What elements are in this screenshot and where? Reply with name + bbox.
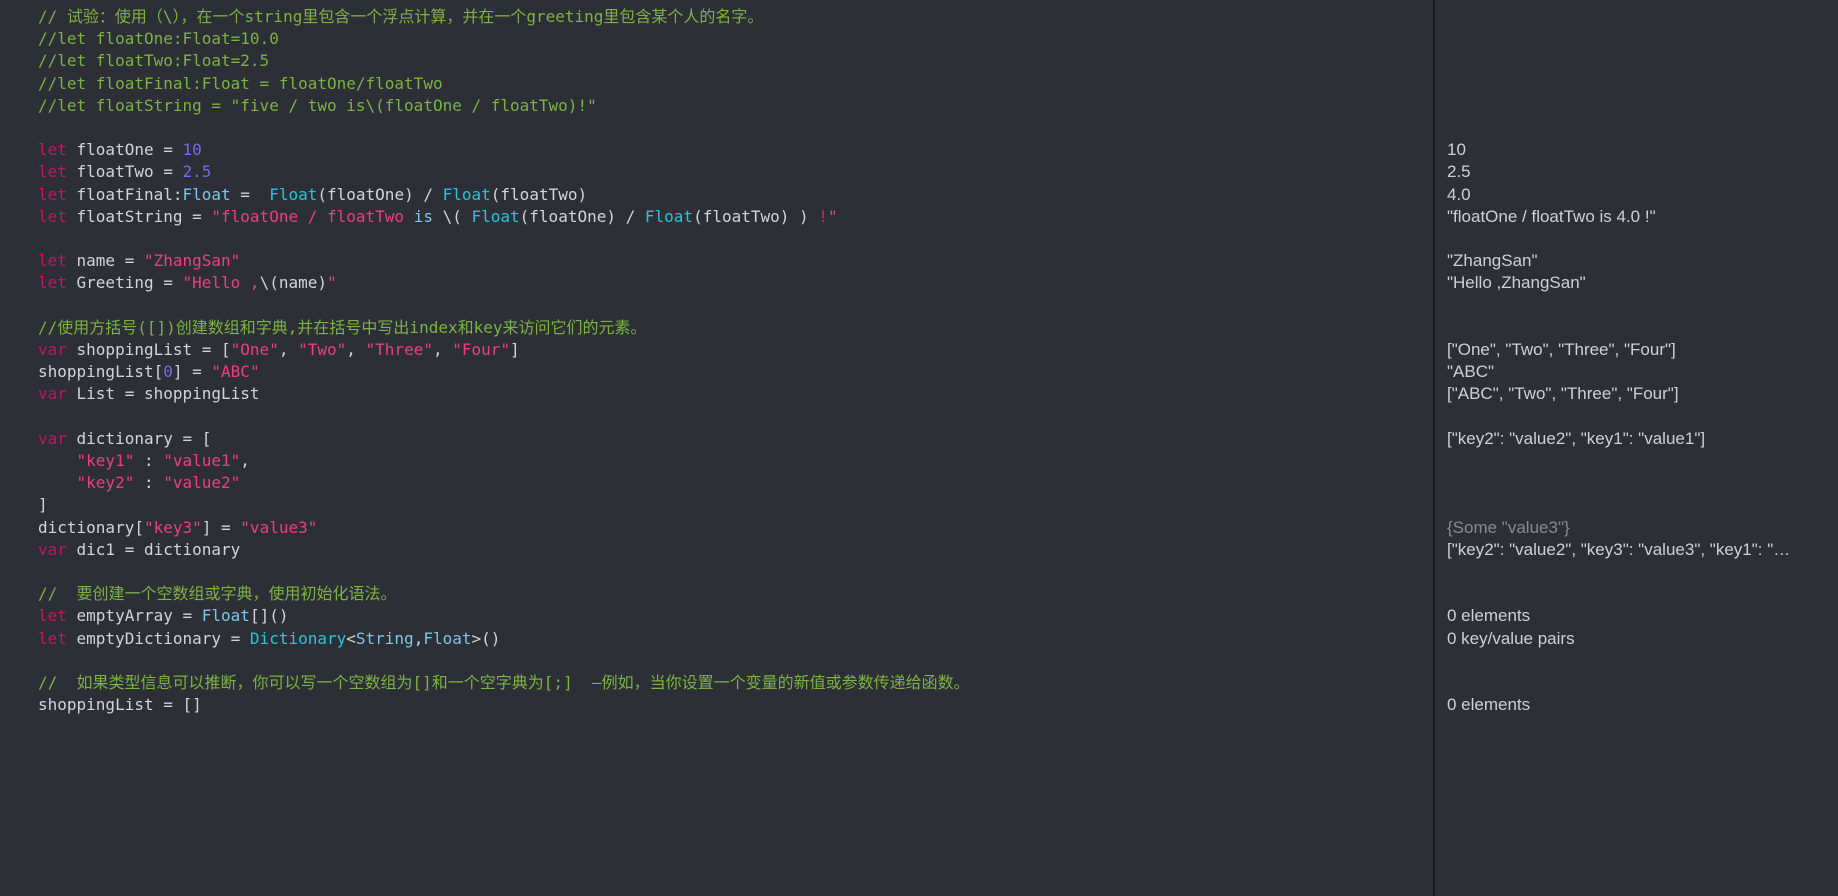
comment-line: //使用方括号([])创建数组和字典,并在括号中写出index和key来访问它们… (38, 318, 647, 337)
keyword-let: let (38, 162, 77, 181)
result-value: 2.5 (1447, 161, 1826, 183)
comment-line: //let floatFinal:Float = floatOne/floatT… (38, 74, 443, 93)
comment-line: // 试验：使用（\），在一个string里包含一个浮点计算，并在一个greet… (38, 7, 763, 26)
result-value: 0 key/value pairs (1447, 628, 1826, 650)
comment-line: // 要创建一个空数组或字典，使用初始化语法。 (38, 584, 397, 603)
keyword-var: var (38, 429, 77, 448)
comment-line: //let floatString = "five / two is\(floa… (38, 96, 597, 115)
result-value: {Some "value3"} (1447, 517, 1826, 539)
comment-line: // 如果类型信息可以推断，你可以写一个空数组为[]和一个空字典为[;] —例如… (38, 673, 970, 692)
keyword-let: let (38, 185, 77, 204)
keyword-let: let (38, 207, 77, 226)
result-value: 0 elements (1447, 605, 1826, 627)
result-value: 0 elements (1447, 694, 1826, 716)
result-value: ["ABC", "Two", "Three", "Four"] (1447, 383, 1826, 405)
result-value: ["key2": "value2", "key3": "value3", "ke… (1447, 539, 1826, 561)
keyword-var: var (38, 384, 77, 403)
comment-line: //let floatOne:Float=10.0 (38, 29, 279, 48)
keyword-var: var (38, 540, 77, 559)
result-value: 4.0 (1447, 184, 1826, 206)
keyword-let: let (38, 251, 77, 270)
result-value: ["One", "Two", "Three", "Four"] (1447, 339, 1826, 361)
comment-line: //let floatTwo:Float=2.5 (38, 51, 269, 70)
keyword-let: let (38, 140, 77, 159)
keyword-let: let (38, 606, 77, 625)
keyword-var: var (38, 340, 77, 359)
result-value: 10 (1447, 139, 1826, 161)
result-value: "ABC" (1447, 361, 1826, 383)
result-value: "floatOne / floatTwo is 4.0 !" (1447, 206, 1826, 228)
result-value: "ZhangSan" (1447, 250, 1826, 272)
result-value: "Hello ,ZhangSan" (1447, 272, 1826, 294)
code-editor[interactable]: // 试验：使用（\），在一个string里包含一个浮点计算，并在一个greet… (0, 0, 1433, 896)
keyword-let: let (38, 629, 77, 648)
result-value: ["key2": "value2", "key1": "value1"] (1447, 428, 1826, 450)
results-sidebar: 10 2.5 4.0 "floatOne / floatTwo is 4.0 !… (1433, 0, 1838, 896)
keyword-let: let (38, 273, 77, 292)
